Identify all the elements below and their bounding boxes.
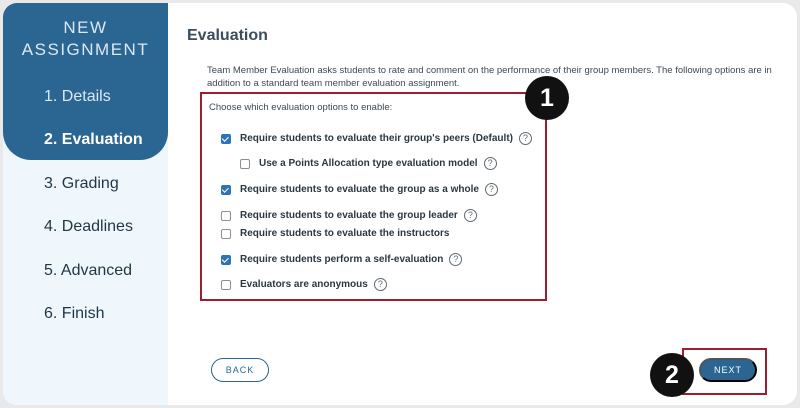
option-label: Evaluators are anonymous	[240, 279, 368, 290]
checkbox-group-whole[interactable]	[221, 184, 231, 195]
sidebar-title-line2: ASSIGNMENT	[21, 40, 150, 59]
option-points-allocation[interactable]: Use a Points Allocation type evaluation …	[240, 157, 497, 170]
sidebar-title-line1: NEW	[63, 18, 108, 37]
help-icon[interactable]: ?	[518, 132, 532, 145]
option-label: Require students perform a self-evaluati…	[240, 254, 444, 265]
checkbox-points-allocation[interactable]	[240, 158, 250, 169]
option-label: Use a Points Allocation type evaluation …	[259, 158, 478, 169]
help-icon[interactable]: ?	[449, 253, 463, 266]
evaluation-options-panel: Choose which evaluation options to enabl…	[200, 92, 547, 301]
wizard-sidebar: NEW ASSIGNMENT 1. Details 2. Evaluation …	[3, 3, 168, 405]
step-details[interactable]: 1. Details	[44, 88, 111, 106]
options-heading: Choose which evaluation options to enabl…	[209, 102, 393, 113]
next-button[interactable]: NEXT	[699, 358, 757, 382]
help-icon[interactable]: ?	[463, 209, 477, 222]
step-finish[interactable]: 6. Finish	[44, 305, 104, 323]
help-icon[interactable]: ?	[373, 278, 387, 291]
intro-text: Team Member Evaluation asks students to …	[207, 65, 772, 89]
step-deadlines[interactable]: 4. Deadlines	[44, 218, 133, 236]
option-instructors[interactable]: Require students to evaluate the instruc…	[221, 228, 450, 239]
checkbox-peers[interactable]	[221, 133, 231, 144]
option-label: Require students to evaluate the group a…	[240, 184, 479, 195]
help-icon[interactable]: ?	[483, 157, 497, 170]
checkbox-group-leader[interactable]	[221, 210, 231, 221]
option-label: Require students to evaluate their group…	[240, 133, 513, 144]
callout-badge-1: 1	[525, 76, 569, 120]
step-advanced[interactable]: 5. Advanced	[44, 262, 132, 280]
back-button[interactable]: BACK	[211, 358, 269, 382]
assignment-wizard: NEW ASSIGNMENT 1. Details 2. Evaluation …	[3, 3, 797, 405]
checkbox-anonymous[interactable]	[221, 279, 231, 290]
option-group-whole[interactable]: Require students to evaluate the group a…	[221, 183, 498, 196]
sidebar-title: NEW ASSIGNMENT	[3, 17, 168, 61]
step-evaluation[interactable]: 2. Evaluation	[44, 131, 143, 149]
option-label: Require students to evaluate the instruc…	[240, 228, 450, 239]
option-peers[interactable]: Require students to evaluate their group…	[221, 132, 532, 145]
option-label: Require students to evaluate the group l…	[240, 210, 458, 221]
option-self-evaluation[interactable]: Require students perform a self-evaluati…	[221, 253, 463, 266]
help-icon[interactable]: ?	[484, 183, 498, 196]
step-grading[interactable]: 3. Grading	[44, 175, 119, 193]
option-anonymous[interactable]: Evaluators are anonymous ?	[221, 278, 387, 291]
checkbox-self-evaluation[interactable]	[221, 254, 231, 265]
option-group-leader[interactable]: Require students to evaluate the group l…	[221, 209, 477, 222]
main-content: Evaluation Team Member Evaluation asks s…	[168, 3, 797, 405]
page-title: Evaluation	[187, 27, 268, 44]
checkbox-instructors[interactable]	[221, 228, 231, 239]
callout-badge-2: 2	[650, 353, 694, 397]
